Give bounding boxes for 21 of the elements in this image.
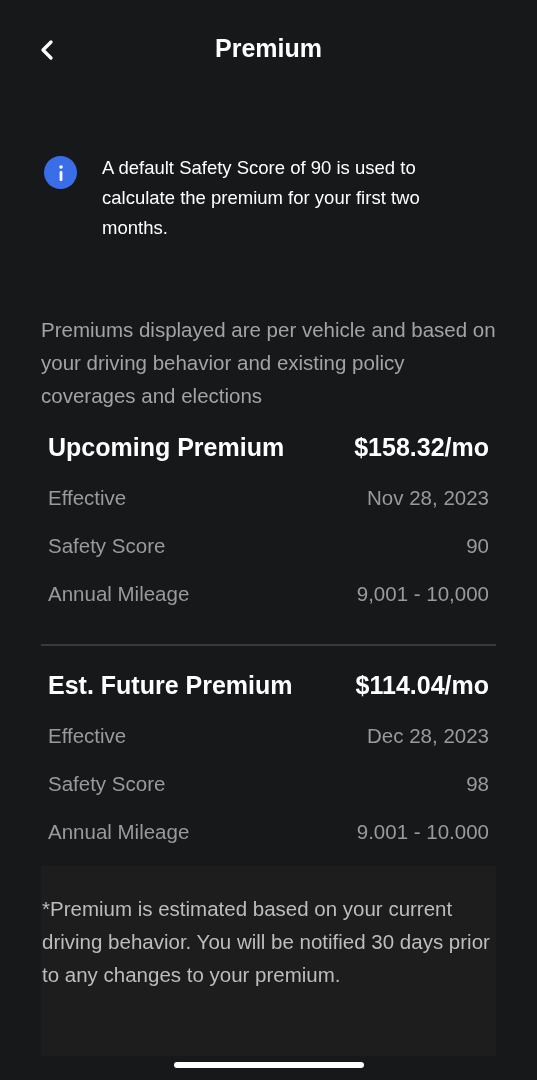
row-value: 90	[466, 532, 489, 559]
row-label: Annual Mileage	[48, 580, 190, 607]
row-label: Effective	[48, 484, 127, 511]
row-label: Effective	[48, 722, 127, 749]
premium-amount: $114.04/mo	[355, 670, 489, 702]
row-value: 9.001 - 10.000	[356, 818, 489, 845]
row-value: 9,001 - 10,000	[356, 580, 489, 607]
info-text: A default Safety Score of 90 is used to calculate the premium for your first two months.	[102, 156, 421, 240]
section-title: Upcoming Premium	[48, 432, 285, 464]
disclaimer-text: Premiums displayed are per vehicle and based on your driving behavior and existing policy coverages and elections	[40, 317, 497, 409]
section-title: Est. Future Premium	[48, 670, 293, 702]
info-icon	[44, 156, 77, 189]
footnote-text: *Premium is estimated based on your current driving behavior. You will be notified 30 days prior to any changes to your premium.	[42, 896, 491, 988]
row-value: Nov 28, 2023	[367, 484, 489, 511]
page-title: Premium	[215, 33, 322, 65]
premium-amount: $158.32/mo	[354, 432, 489, 464]
row-label: Annual Mileage	[48, 818, 190, 845]
row-value: Dec 28, 2023	[367, 722, 489, 749]
row-value: 98	[466, 770, 489, 797]
row-label: Safety Score	[48, 770, 166, 797]
row-label: Safety Score	[48, 532, 166, 559]
